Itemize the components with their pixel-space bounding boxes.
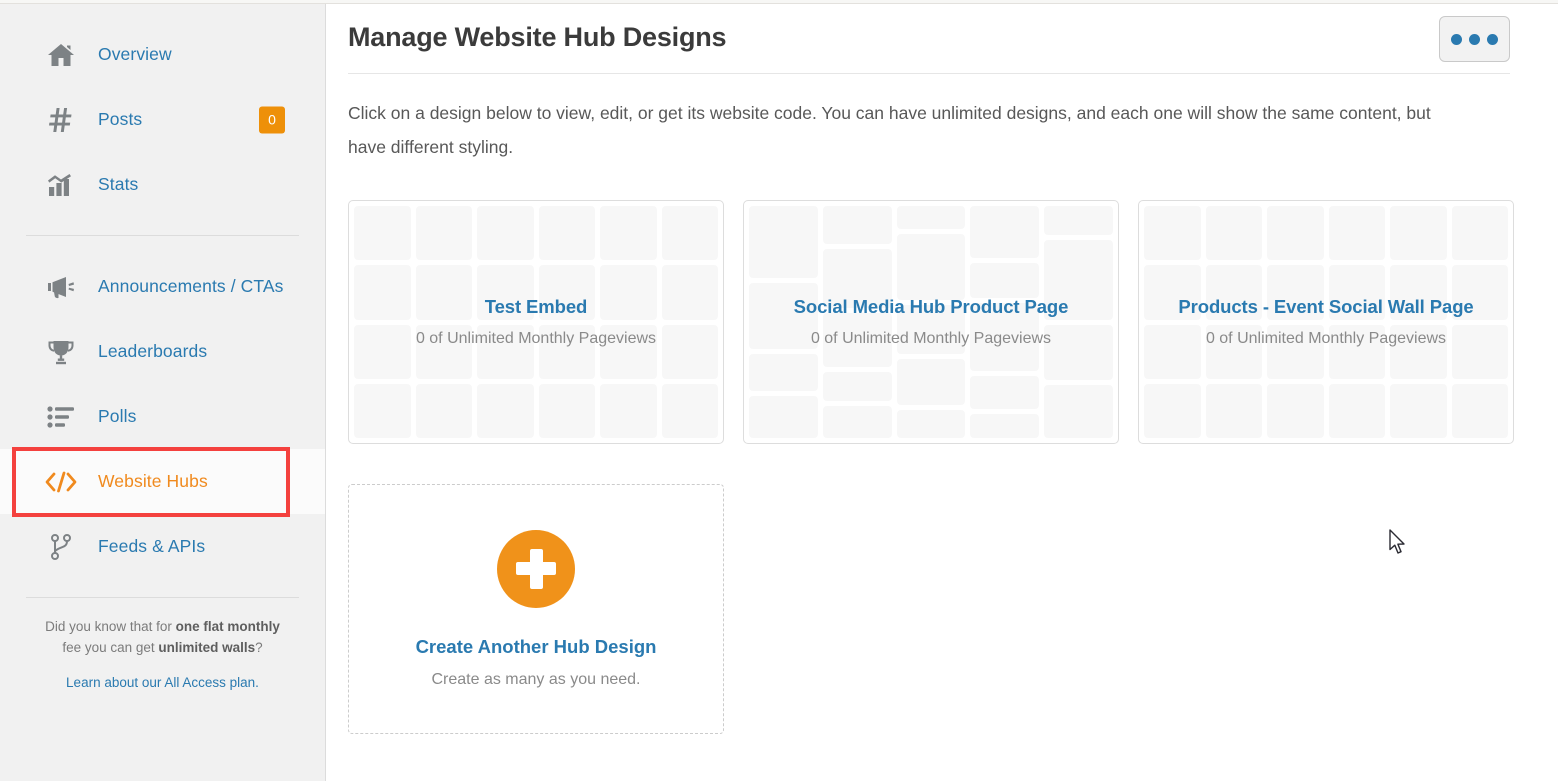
design-card-title: Social Media Hub Product Page bbox=[793, 296, 1069, 317]
design-card[interactable]: Products - Event Social Wall Page 0 of U… bbox=[1138, 200, 1514, 444]
promo-block: Did you know that for one flat monthly f… bbox=[0, 616, 325, 690]
all-access-plan-link[interactable]: Learn about our All Access plan. bbox=[38, 675, 287, 690]
code-brackets-icon bbox=[44, 471, 78, 493]
trophy-icon bbox=[44, 339, 78, 365]
create-hub-design-card[interactable]: Create Another Hub Design Create as many… bbox=[348, 484, 724, 734]
more-options-button[interactable] bbox=[1439, 16, 1510, 62]
list-icon bbox=[44, 405, 78, 428]
sidebar-item-label: Posts bbox=[98, 109, 143, 129]
sidebar-item-label: Polls bbox=[98, 406, 137, 426]
dot-icon bbox=[1451, 33, 1462, 45]
sidebar-item-label: Stats bbox=[98, 174, 139, 194]
sidebar-item-stats[interactable]: Stats bbox=[0, 152, 325, 217]
page-title: Manage Website Hub Designs bbox=[348, 22, 727, 52]
card-overlay: Social Media Hub Product Page 0 of Unlim… bbox=[744, 201, 1118, 443]
promo-bold-1: one flat monthly bbox=[175, 619, 280, 634]
sidebar-item-leaderboards[interactable]: Leaderboards bbox=[0, 319, 325, 384]
design-card-pageviews: 0 of Unlimited Monthly Pageviews bbox=[415, 330, 657, 347]
sidebar-item-label: Overview bbox=[98, 44, 172, 64]
create-card-row: Create Another Hub Design Create as many… bbox=[348, 484, 1514, 734]
page-description: Click on a design below to view, edit, o… bbox=[348, 103, 1431, 157]
create-card-title: Create Another Hub Design bbox=[415, 635, 657, 657]
sidebar-item-website-hubs[interactable]: Website Hubs bbox=[0, 449, 325, 514]
design-card-title: Products - Event Social Wall Page bbox=[1178, 296, 1474, 317]
card-overlay: Test Embed 0 of Unlimited Monthly Pagevi… bbox=[349, 201, 723, 443]
sidebar-item-feeds-apis[interactable]: Feeds & APIs bbox=[0, 514, 325, 579]
code-branch-icon bbox=[44, 533, 78, 560]
sidebar-secondary-group: Announcements / CTAs Leaderboards Polls … bbox=[0, 254, 325, 579]
sidebar-item-label: Website Hubs bbox=[98, 471, 208, 491]
main-content: Manage Website Hub Designs Click on a de… bbox=[326, 0, 1558, 781]
megaphone-icon bbox=[44, 275, 78, 299]
promo-text: Did you know that for one flat monthly f… bbox=[38, 616, 287, 658]
promo-text-2: fee you can get bbox=[62, 640, 159, 655]
dot-icon bbox=[1487, 33, 1498, 45]
create-card-subtitle: Create as many as you need. bbox=[431, 670, 641, 688]
design-card[interactable]: Test Embed 0 of Unlimited Monthly Pagevi… bbox=[348, 200, 724, 444]
design-card-pageviews: 0 of Unlimited Monthly Pageviews bbox=[1205, 330, 1447, 347]
sidebar-item-label: Leaderboards bbox=[98, 341, 208, 361]
sidebar-item-polls[interactable]: Polls bbox=[0, 384, 325, 449]
sidebar-item-label: Feeds & APIs bbox=[98, 536, 206, 556]
sidebar-primary-group: Overview Posts 0 Stats bbox=[0, 22, 325, 217]
sidebar-item-label: Announcements / CTAs bbox=[98, 276, 284, 296]
app-root: Overview Posts 0 Stats Announcements / C… bbox=[0, 0, 1558, 781]
hashtag-icon bbox=[44, 107, 78, 133]
sidebar-item-announcements[interactable]: Announcements / CTAs bbox=[0, 254, 325, 319]
plus-circle-icon bbox=[497, 529, 575, 608]
promo-text-1: Did you know that for bbox=[45, 619, 176, 634]
sidebar-item-overview[interactable]: Overview bbox=[0, 22, 325, 87]
posts-count-badge: 0 bbox=[259, 106, 285, 133]
design-card-pageviews: 0 of Unlimited Monthly Pageviews bbox=[810, 330, 1052, 347]
sidebar: Overview Posts 0 Stats Announcements / C… bbox=[0, 0, 326, 781]
sidebar-item-posts[interactable]: Posts 0 bbox=[0, 87, 325, 152]
promo-bold-2: unlimited walls bbox=[158, 640, 256, 655]
window-top-edge bbox=[0, 0, 1558, 4]
design-card-title: Test Embed bbox=[484, 296, 588, 317]
home-icon bbox=[44, 43, 78, 67]
design-card[interactable]: Social Media Hub Product Page 0 of Unlim… bbox=[743, 200, 1119, 444]
page-header: Manage Website Hub Designs bbox=[348, 0, 1510, 74]
dot-icon bbox=[1469, 33, 1480, 45]
card-overlay: Products - Event Social Wall Page 0 of U… bbox=[1139, 201, 1513, 443]
design-card-list: Test Embed 0 of Unlimited Monthly Pagevi… bbox=[348, 200, 1514, 444]
bar-chart-icon bbox=[44, 173, 78, 197]
promo-text-3: ? bbox=[255, 640, 263, 655]
sidebar-divider-top bbox=[26, 235, 299, 236]
sidebar-divider-bottom bbox=[26, 597, 299, 598]
